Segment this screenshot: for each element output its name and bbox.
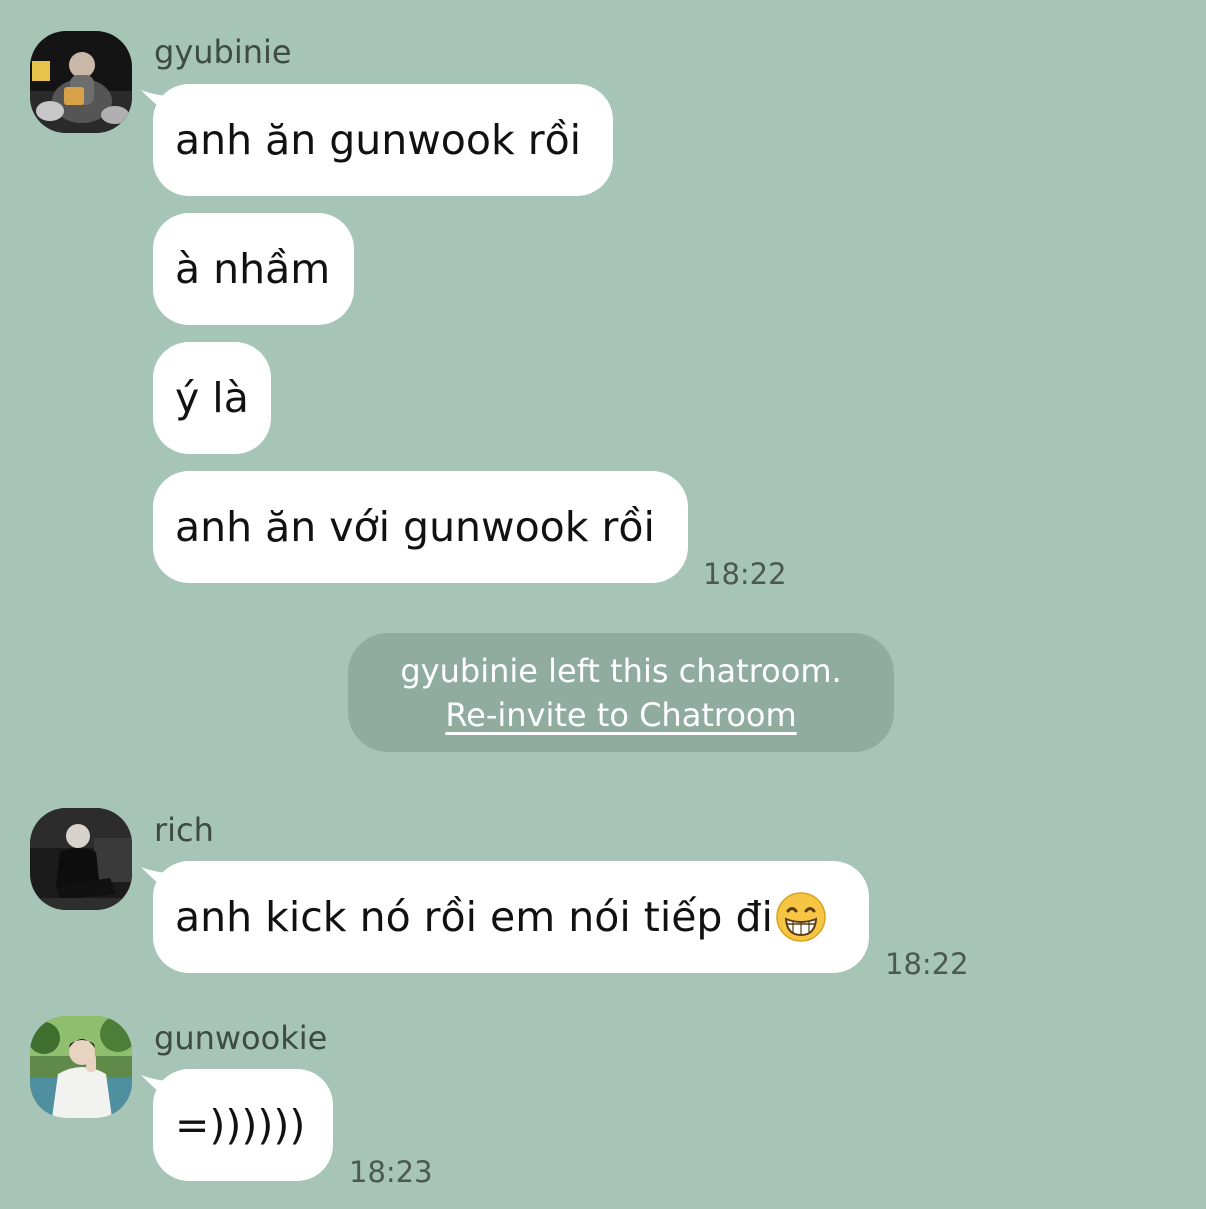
message-bubble[interactable]: =)))))) (141, 1069, 333, 1181)
message-timestamp: 18:22 (885, 947, 969, 981)
bubble-tail (141, 90, 171, 116)
system-notice-text: gyubinie left this chatroom. (400, 651, 842, 690)
message-bubble[interactable]: anh ăn gunwook rồi (141, 84, 613, 196)
message-bubble[interactable]: anh kick nó rồi em nói tiếp đi (141, 861, 869, 973)
message-text: anh kick nó rồi em nói tiếp đi (175, 893, 773, 941)
message-text: ý là (175, 374, 249, 422)
avatar-gunwookie[interactable] (30, 1016, 132, 1118)
grinning-face-emoji-icon (776, 892, 826, 942)
sender-name: gyubinie (154, 33, 292, 71)
reinvite-link[interactable]: Re-invite to Chatroom (445, 693, 796, 737)
message-bubble[interactable]: à nhầm (153, 213, 354, 325)
system-notice: gyubinie left this chatroom. Re-invite t… (348, 633, 894, 752)
avatar-gyubinie[interactable] (30, 31, 132, 133)
message-bubble[interactable]: ý là (153, 342, 271, 454)
message-text: à nhầm (175, 245, 331, 293)
sender-name: rich (154, 811, 214, 849)
message-timestamp: 18:23 (349, 1155, 433, 1189)
message-text: anh ăn với gunwook rồi (175, 503, 655, 551)
message-text: anh ăn gunwook rồi (175, 116, 582, 164)
bubble-tail (141, 867, 171, 893)
message-timestamp: 18:22 (703, 557, 787, 591)
avatar-rich[interactable] (30, 808, 132, 910)
message-bubble[interactable]: anh ăn với gunwook rồi (153, 471, 688, 583)
sender-name: gunwookie (154, 1019, 328, 1057)
message-text: =)))))) (175, 1101, 306, 1149)
bubble-tail (141, 1075, 171, 1101)
